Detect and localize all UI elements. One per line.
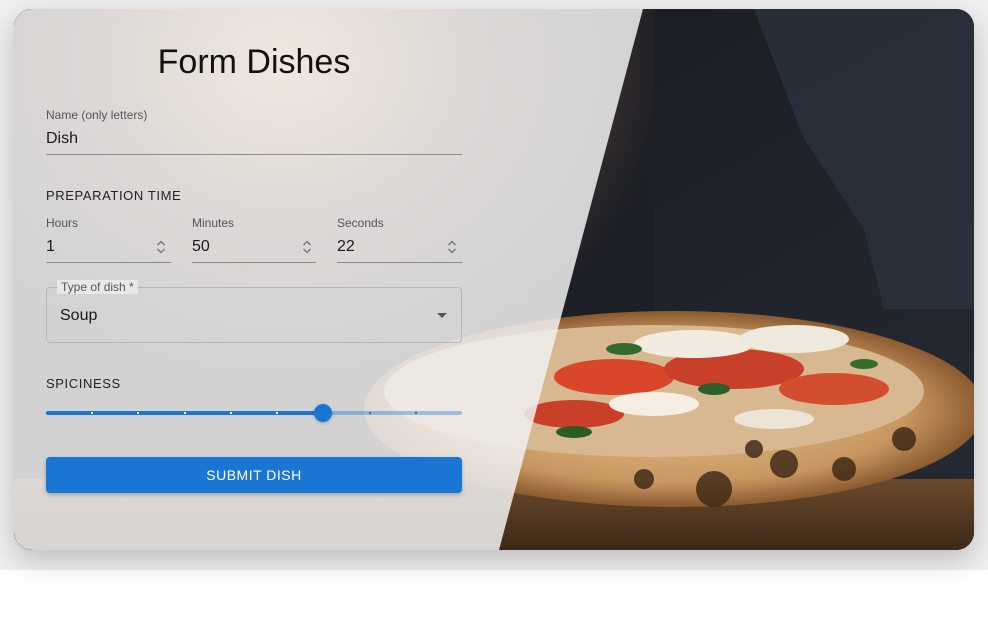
spiciness-slider[interactable] — [46, 404, 462, 422]
seconds-stepper-icon[interactable] — [447, 240, 457, 254]
dish-type-value: Soup — [60, 307, 98, 324]
dish-type-label: Type of dish * — [57, 280, 138, 294]
hours-stepper-icon[interactable] — [156, 240, 166, 254]
slider-mark — [91, 412, 94, 414]
slider-mark — [137, 412, 140, 414]
seconds-label: Seconds — [337, 216, 384, 230]
name-input-underline — [46, 154, 462, 155]
dish-type-select[interactable]: Type of dish * Soup — [46, 280, 462, 343]
minutes-input[interactable]: 50 — [192, 238, 210, 256]
slider-mark — [276, 412, 279, 414]
form-card: Form Dishes Name (only letters) Dish PRE… — [14, 9, 974, 550]
seconds-input[interactable]: 22 — [337, 238, 355, 256]
slider-mark — [368, 412, 371, 414]
minutes-label: Minutes — [192, 216, 235, 230]
slider-mark — [229, 412, 232, 414]
slider-thumb[interactable] — [314, 404, 333, 422]
slider-mark — [414, 412, 417, 414]
caret-down-icon — [437, 313, 447, 318]
hours-input[interactable]: 1 — [46, 238, 55, 256]
name-input[interactable]: Dish — [46, 130, 78, 148]
spiciness-heading: SPICINESS — [46, 376, 121, 391]
hours-label: Hours — [46, 216, 79, 230]
form-title: Form Dishes — [157, 43, 351, 81]
minutes-underline — [192, 262, 316, 263]
seconds-underline — [337, 262, 462, 263]
hours-underline — [46, 262, 171, 263]
submit-dish-button[interactable]: SUBMIT DISH — [46, 457, 462, 493]
preparation-time-heading: PREPARATION TIME — [46, 188, 182, 203]
slider-mark — [183, 412, 186, 414]
name-field-label: Name (only letters) — [46, 108, 148, 122]
minutes-stepper-icon[interactable] — [302, 240, 312, 254]
